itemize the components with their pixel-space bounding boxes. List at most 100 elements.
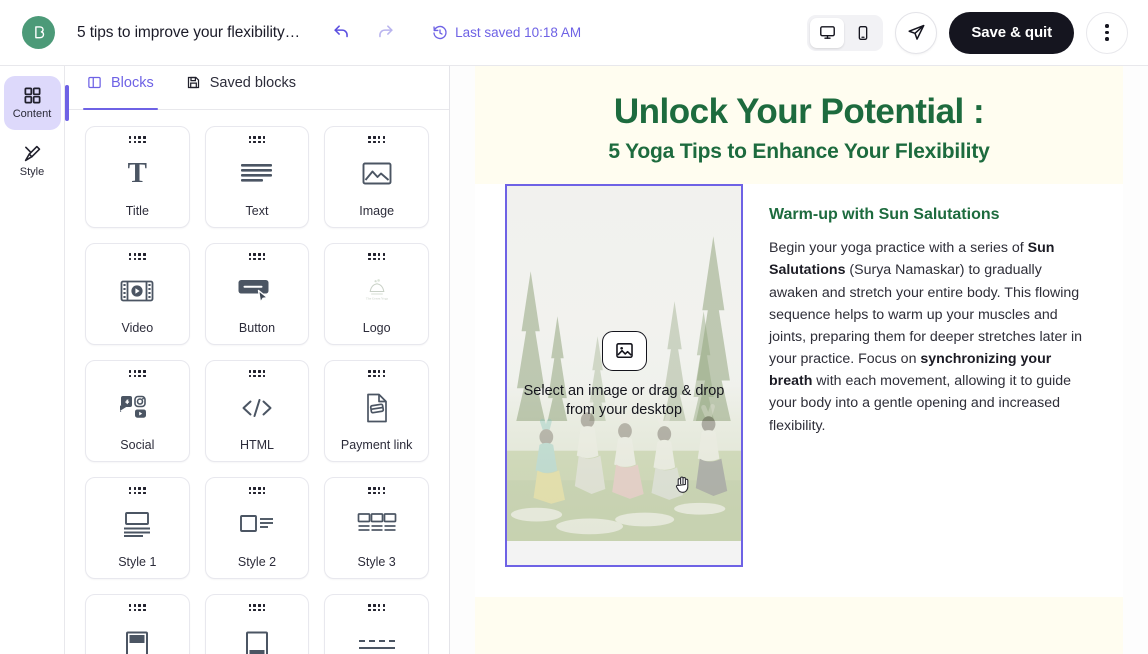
panel-tab-bar: Blocks Saved blocks (65, 66, 449, 110)
sidebar-item-content-label: Content (12, 108, 52, 120)
floppy-disk-icon (186, 75, 201, 90)
drag-handle-dots-icon[interactable] (128, 487, 146, 495)
block-card-title[interactable]: T Title (85, 126, 190, 228)
grid-squares-icon (23, 86, 42, 105)
block-label: Social (120, 437, 155, 452)
drag-handle-dots-icon[interactable] (368, 136, 386, 144)
drag-handle-dots-icon[interactable] (368, 604, 386, 612)
select-image-button[interactable] (601, 330, 647, 371)
text-lines-icon (206, 143, 309, 204)
tab-saved-blocks[interactable]: Saved blocks (186, 66, 296, 109)
block-label: Style 1 (118, 554, 157, 569)
email-text-block[interactable]: Warm-up with Sun Salutations Begin your … (769, 184, 1113, 436)
block-card-video[interactable]: Video (85, 243, 190, 345)
save-and-quit-button[interactable]: Save & quit (949, 11, 1074, 54)
code-angle-brackets-icon (206, 377, 309, 438)
block-card-html[interactable]: HTML (204, 360, 310, 462)
drag-handle-dots-icon[interactable] (368, 487, 386, 495)
image-picker-icon (615, 341, 634, 360)
block-card-style-2[interactable]: Style 2 (204, 477, 310, 579)
tab-saved-blocks-label: Saved blocks (209, 74, 296, 91)
paragraph-run: Begin your yoga practice with a series o… (769, 240, 1028, 257)
svg-text:The Green Yoga: The Green Yoga (366, 296, 389, 300)
more-options-button[interactable] (1086, 11, 1128, 54)
drag-handle-dots-icon[interactable] (128, 370, 146, 378)
undo-button[interactable] (326, 18, 356, 48)
picture-mountain-icon (325, 143, 428, 204)
email-editor-app: 5 tips to improve your flexibility… Last… (0, 0, 1148, 654)
block-card-style-3[interactable]: Style 3 (324, 477, 429, 579)
drag-handle-dots-icon[interactable] (248, 253, 266, 261)
block-card-style-1[interactable]: Style 1 (85, 477, 190, 579)
desktop-monitor-icon (819, 24, 836, 41)
redo-button[interactable] (370, 18, 400, 48)
sidebar-item-style[interactable]: Style (4, 134, 61, 188)
more-vertical-icon-dot (1105, 30, 1109, 35)
block-label: Logo (362, 320, 391, 335)
mobile-phone-icon (855, 25, 871, 41)
email-canvas[interactable]: Unlock Your Potential : 5 Yoga Tips to E… (450, 66, 1148, 654)
block-label: Style 2 (237, 554, 277, 569)
top-header-bar: 5 tips to improve your flexibility… Last… (0, 0, 1148, 66)
layout-three-columns-icon (325, 494, 428, 555)
block-label: Style 3 (357, 554, 396, 569)
email-document: Unlock Your Potential : 5 Yoga Tips to E… (475, 66, 1123, 654)
block-card-social[interactable]: Social (85, 360, 190, 462)
drag-handle-dots-icon[interactable] (248, 370, 266, 378)
drag-handle-dots-icon[interactable] (368, 253, 386, 261)
block-card-button[interactable]: Button (204, 243, 310, 345)
social-networks-icon (86, 377, 189, 438)
columns-layout-icon (87, 75, 102, 90)
email-body-section: Select an image or drag & drop from your… (475, 184, 1123, 598)
layout-image-left-icon (206, 494, 309, 555)
image-block-footer-strip (507, 541, 741, 566)
undo-arrow-icon (332, 23, 351, 42)
drag-handle-dots-icon[interactable] (368, 370, 386, 378)
drag-handle-dots-icon[interactable] (248, 487, 266, 495)
brevo-b-logo-icon[interactable] (22, 16, 55, 49)
block-card-divider[interactable] (324, 594, 429, 654)
redo-arrow-icon (376, 23, 395, 42)
blocks-scroll-area[interactable]: T Title Text Image Video Button The Gree… (65, 110, 449, 654)
block-card-layout-box-top[interactable] (85, 594, 190, 654)
last-saved-status: Last saved 10:18 AM (432, 25, 581, 41)
logo-placeholder-icon: The Green Yoga (325, 260, 428, 321)
tab-blocks[interactable]: Blocks (83, 66, 158, 110)
drag-handle-dots-icon[interactable] (248, 136, 266, 144)
block-card-layout-box-bottom[interactable] (204, 594, 310, 654)
layout-box-top-icon (86, 611, 189, 654)
image-placeholder-text: Select an image or drag & drop from your… (523, 382, 725, 419)
header-actions: Save & quit (807, 11, 1134, 54)
send-test-button[interactable] (895, 11, 938, 54)
block-label: Video (121, 320, 154, 335)
block-label: HTML (239, 437, 274, 452)
block-label: Title (125, 203, 149, 218)
image-placeholder-block[interactable]: Select an image or drag & drop from your… (505, 184, 743, 568)
tab-blocks-label: Blocks (111, 74, 154, 91)
more-vertical-icon-dot (1105, 24, 1109, 28)
drag-handle-dots-icon[interactable] (128, 136, 146, 144)
sidebar-item-content[interactable]: Content (3, 76, 69, 130)
drag-handle-dots-icon[interactable] (128, 253, 146, 261)
layout-image-top-icon (86, 494, 189, 555)
desktop-preview-button[interactable] (810, 17, 845, 48)
block-card-logo[interactable]: The Green Yoga Logo (324, 243, 429, 345)
film-play-icon (86, 260, 189, 321)
drag-handle-dots-icon[interactable] (248, 604, 266, 612)
more-vertical-icon-dot (1105, 37, 1109, 41)
editor-body: Content Style Blocks Saved blocks T Titl… (0, 66, 1148, 654)
mobile-preview-button[interactable] (846, 18, 880, 48)
serif-t-icon: T (127, 157, 147, 190)
layout-box-bottom-icon (206, 611, 309, 654)
document-title[interactable]: 5 tips to improve your flexibility… (77, 24, 300, 42)
block-card-payment-link[interactable]: Payment link (324, 360, 429, 462)
sidebar-item-style-label: Style (19, 166, 45, 178)
clock-history-icon (432, 25, 448, 41)
block-card-image[interactable]: Image (324, 126, 429, 228)
left-rail: Content Style (0, 66, 69, 654)
drag-handle-dots-icon[interactable] (128, 604, 146, 612)
paragraph-run: with each movement, allowing it to guide… (769, 373, 1072, 434)
block-card-text[interactable]: Text (204, 126, 310, 228)
image-drop-overlay[interactable]: Select an image or drag & drop from your… (507, 186, 741, 565)
email-header-section[interactable]: Unlock Your Potential : 5 Yoga Tips to E… (475, 66, 1123, 185)
